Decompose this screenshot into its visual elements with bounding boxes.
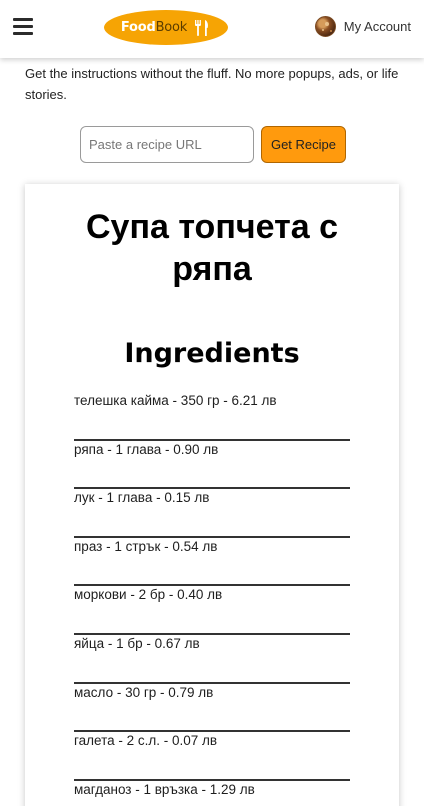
ingredient-item: ряпа - 1 глава - 0.90 лв xyxy=(74,441,350,490)
ingredient-item: моркови - 2 бр - 0.40 лв xyxy=(74,586,350,635)
logo-book-text: Book xyxy=(155,20,188,35)
ingredient-item: масло - 30 гр - 0.79 лв xyxy=(74,684,350,733)
get-recipe-button[interactable]: Get Recipe xyxy=(261,126,346,163)
recipe-search-form: Get Recipe xyxy=(80,126,346,163)
my-account-link[interactable]: My Account xyxy=(314,16,411,37)
ingredient-item: телешка кайма - 350 гр - 6.21 лв xyxy=(74,392,350,441)
account-label: My Account xyxy=(343,19,411,34)
top-navbar: FoodBook My Account xyxy=(0,0,424,58)
avatar xyxy=(314,16,336,37)
recipe-url-input[interactable] xyxy=(80,126,254,163)
cutlery-icon xyxy=(193,19,211,37)
logo[interactable]: FoodBook xyxy=(104,10,228,45)
tagline: Get the instructions without the fluff. … xyxy=(25,66,399,102)
ingredient-item: праз - 1 стрък - 0.54 лв xyxy=(74,538,350,587)
ingredient-item: лук - 1 глава - 0.15 лв xyxy=(74,489,350,538)
logo-food-text: Food xyxy=(120,20,156,35)
ingredient-item: галета - 2 с.л. - 0.07 лв xyxy=(74,732,350,781)
ingredient-item: яйца - 1 бр - 0.67 лв xyxy=(74,635,350,684)
recipe-title: Супа топчета с ряпа xyxy=(86,208,338,288)
recipe-card: Супа топчета с ряпа Ingredients телешка … xyxy=(25,184,399,806)
logo-text: FoodBook xyxy=(121,20,187,35)
ingredients-list: телешка кайма - 350 гр - 6.21 лв ряпа - … xyxy=(74,392,350,806)
ingredients-heading: Ingredients xyxy=(124,338,300,369)
menu-icon[interactable] xyxy=(13,18,33,36)
ingredient-item: магданоз - 1 връзка - 1.29 лв xyxy=(74,781,350,806)
